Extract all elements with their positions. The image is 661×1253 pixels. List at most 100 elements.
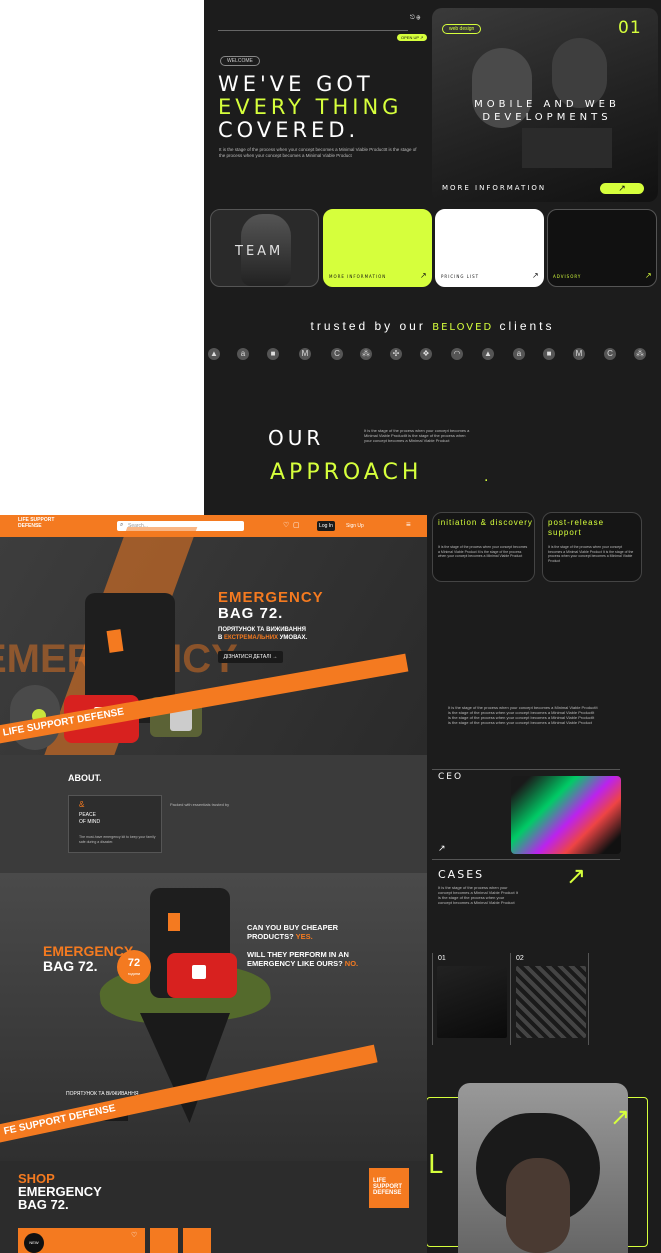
bag-tag [106,629,124,653]
hero-more-link[interactable]: MORE INFORMATION [442,184,546,192]
about-small-text: Packed with essentials trusted by [170,802,230,807]
ceo-image [511,776,621,854]
site-header: LIFE SUPPORT DEFENSE ⌕ Search... ♡ ▢ Log… [0,515,427,537]
product-thumb[interactable] [150,1228,178,1253]
headline-line1: WE'VE GOT [218,72,374,96]
face-shape [506,1158,570,1253]
hero-sub-2: В ЕКСТРЕМАЛЬНИХ УМОВАХ. [218,635,307,641]
advisory-label: ADVISORY [553,274,582,279]
shop-logo: LIFE SUPPORT DEFENSE [369,1168,409,1208]
composite-screenshot: ⎋ ⊕ OPEN UP ↗ WELCOME WE'VE GOT EVERY TH… [0,0,661,1253]
client-logo-icon: ■ [267,348,279,360]
favorite-icon[interactable]: ♡ [131,1231,137,1239]
case-image-2[interactable] [516,966,586,1038]
hero-card-title: MOBILE AND WEB DEVELOPMENTS [474,99,620,123]
client-logo-icon: a [513,348,525,360]
client-logo-icon: ✣ [390,348,402,360]
initiation-title: initiation & discovery [438,518,533,527]
divider [588,953,589,1045]
product-thumb[interactable] [183,1228,211,1253]
divider [432,859,620,860]
header-icons[interactable]: ⎋ ⊕ [410,15,420,22]
menu-icon[interactable]: ≡ [406,520,411,529]
details-button[interactable]: ДІЗНАТИСЯ ДЕТАЛІ → [218,651,283,663]
cases-text: It is the stage of the process when your… [438,885,518,905]
arrow-button[interactable]: ↗ [600,183,644,194]
post-release-card[interactable]: post-release support It is the stage of … [542,512,642,582]
signup-link[interactable]: Sign Up [346,523,364,529]
heart-icon[interactable]: ♡ [283,521,289,529]
portrait-arrow-icon[interactable]: ↗ [610,1103,630,1132]
question-1: CAN YOU BUY CHEAPER PRODUCTS? YES. [247,923,377,941]
hero-title-2: BAG 72. [218,605,284,622]
ceo-label: CEO [438,772,464,782]
initiation-text: It is the stage of the process when your… [438,545,528,558]
process-text: It is the stage of the process when your… [448,705,598,725]
question-1a: CAN YOU BUY CHEAPER PRODUCTS? [247,923,338,941]
intro-text: It is the stage of the process when your… [219,147,417,158]
arrow-icon[interactable]: ↗ [532,271,539,280]
client-logo-icon: ⁂ [634,348,646,360]
question-2a: WILL THEY PERFORM IN AN EMERGENCY LIKE O… [247,950,349,968]
arrow-icon[interactable]: ↗ [645,271,652,280]
trusted-text-b: BELOVED [432,322,494,333]
approach-heading: APPROACH [270,460,423,485]
trusted-text-c: clients [493,319,555,333]
search-icon: ⌕ [120,522,124,528]
client-logo-icon: a [237,348,249,360]
advisory-card[interactable]: ADVISORY ↗ [547,209,657,287]
more-info-label: MORE INFORMATION [329,274,387,279]
pricing-label: PRICING LIST [441,274,480,279]
portrait-photo [458,1083,628,1253]
case-number-2: 02 [516,955,524,962]
trusted-text-a: trusted by our [310,319,433,333]
frame-letter: L [428,1150,443,1180]
divider [218,30,408,31]
shop-section: SHOP EMERGENCY BAG 72. LIFE SUPPORT DEFE… [0,1161,427,1253]
emergency-title-1: EMERGENCY [43,943,134,959]
client-logo-icon: ▲ [208,348,220,360]
approach-text: It is the stage of the process when your… [364,428,470,443]
cart-icon[interactable]: ▢ [293,521,300,529]
cases-heading: CASES [438,868,485,881]
new-badge: NEW [24,1233,44,1253]
hero-title-1: EMERGENCY [218,589,324,606]
initiation-card[interactable]: initiation & discovery It is the stage o… [432,512,535,582]
trusted-heading: trusted by our BELOVED clients [204,319,661,333]
emergency-title-2: BAG 72. [43,958,98,974]
case-number-1: 01 [438,955,446,962]
arrow-icon[interactable]: ↗ [420,271,427,280]
open-up-pill[interactable]: OPEN UP ↗ [397,34,428,41]
client-logo-icon: M [573,348,585,360]
site-logo[interactable]: LIFE SUPPORT DEFENSE [18,517,58,529]
post-release-text: It is the stage of the process when your… [548,545,634,563]
hero-sub-1: ПОРЯТУНОК ТА ВИЖИВАННЯ [218,627,306,633]
web-design-tag: web design [442,24,482,34]
pricing-card[interactable]: PRICING LIST ↗ [435,209,544,287]
cases-arrow-icon[interactable]: ↗ [566,862,586,891]
peace-title-1: PEACE [79,812,96,818]
case-image-1[interactable] [437,966,507,1038]
product-card[interactable]: NEW ♡ [18,1228,145,1253]
about-heading: ABOUT. [68,773,102,783]
badge-sub: години [127,971,141,976]
hero-sub-2b: ЕКСТРЕМАЛЬНИХ [224,635,279,641]
more-info-card[interactable]: MORE INFORMATION ↗ [323,209,432,287]
divider [510,953,511,1045]
peace-text: The must-have emergency kit to keep your… [79,835,156,844]
approach-dot: . [484,468,489,485]
peace-icon: & [79,800,85,809]
hero-number: 01 [618,18,642,38]
question-1b: YES. [295,932,313,941]
hero-card[interactable]: web design 01 MOBILE AND WEB DEVELOPMENT… [432,8,658,202]
life-support-site: LIFE SUPPORT DEFENSE ⌕ Search... ♡ ▢ Log… [0,515,427,1253]
client-logo-icon: ⁂ [360,348,372,360]
question-2b: NO. [344,959,359,968]
arrow-icon[interactable]: ↗ [438,843,446,854]
hero-sub-2c: УМОВАХ. [278,635,308,641]
client-logo-icon: M [299,348,311,360]
login-button[interactable]: Log In [317,521,335,531]
welcome-pill: WELCOME [220,56,260,66]
client-logo-icon: ■ [543,348,555,360]
team-card[interactable]: TEAM [210,209,319,287]
